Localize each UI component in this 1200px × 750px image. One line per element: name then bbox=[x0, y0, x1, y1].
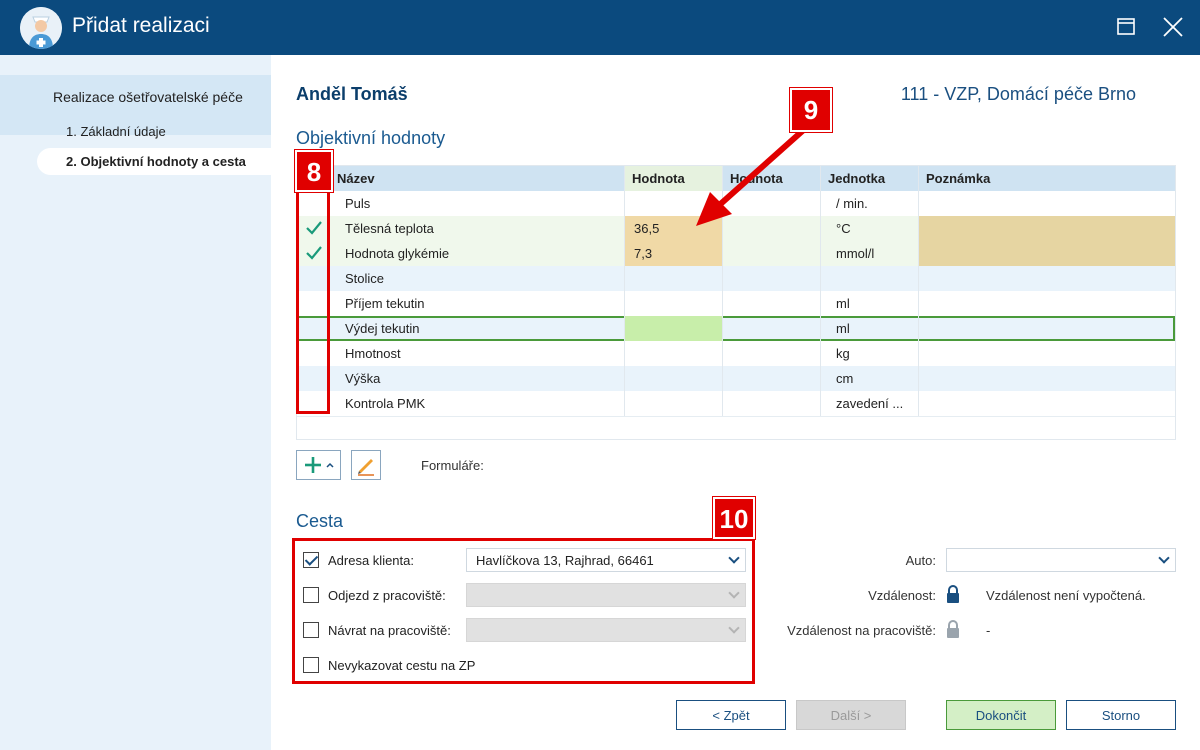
distance-workplace-value: - bbox=[986, 623, 991, 638]
wizard-step-objective[interactable]: 2. Objektivní hodnoty a cesta bbox=[37, 148, 271, 175]
callout-arrow bbox=[696, 123, 810, 226]
row-unit: ml bbox=[836, 321, 850, 336]
column-header-value[interactable]: Hodnota bbox=[632, 171, 685, 186]
title-bar: Přidat realizaci bbox=[0, 0, 1200, 55]
row-unit: mmol/l bbox=[836, 246, 875, 261]
window-title: Přidat realizaci bbox=[72, 14, 210, 37]
callout-rows-box bbox=[296, 190, 330, 414]
next-button[interactable]: Další > bbox=[796, 700, 906, 730]
table-row[interactable]: Hodnota glykémie 7,3 mmol/l bbox=[297, 241, 1175, 266]
row-value[interactable] bbox=[624, 341, 722, 366]
lock-icon bbox=[947, 620, 959, 638]
table-row[interactable]: Hmotnost kg bbox=[297, 341, 1175, 366]
table-row[interactable]: Stolice bbox=[297, 266, 1175, 291]
distance-value: Vzdálenost není vypočtená. bbox=[986, 588, 1146, 603]
table-row-current[interactable]: Výdej tekutin ml bbox=[297, 316, 1175, 341]
edit-row-button[interactable] bbox=[351, 450, 381, 480]
callout-route-box bbox=[292, 538, 755, 684]
callout-badge-9: 9 bbox=[790, 88, 832, 132]
section-title-route: Cesta bbox=[296, 511, 344, 531]
plus-icon bbox=[305, 457, 334, 473]
column-header-note[interactable]: Poznámka bbox=[926, 171, 990, 186]
add-row-button[interactable] bbox=[296, 450, 341, 480]
maximize-icon[interactable] bbox=[1113, 14, 1139, 40]
back-button[interactable]: < Zpět bbox=[676, 700, 786, 730]
distance-label: Vzdálenost: bbox=[868, 588, 936, 603]
column-divider bbox=[624, 166, 625, 416]
table-row[interactable]: Příjem tekutin ml bbox=[297, 291, 1175, 316]
chevron-down-icon bbox=[1158, 552, 1170, 564]
row-unit: zavedení ... bbox=[836, 396, 904, 411]
lock-icon bbox=[947, 585, 959, 603]
pencil-icon bbox=[358, 459, 374, 476]
row-divider bbox=[297, 416, 1175, 417]
table-row[interactable]: Výška cm bbox=[297, 366, 1175, 391]
row-name: Tělesná teplota bbox=[345, 221, 434, 236]
row-value-editor[interactable] bbox=[624, 316, 722, 341]
section-title-objective: Objektivní hodnoty bbox=[296, 128, 446, 148]
row-value[interactable] bbox=[624, 291, 722, 316]
row-unit: cm bbox=[836, 371, 854, 386]
wizard-step-objective-label: 2. Objektivní hodnoty a cesta bbox=[66, 154, 246, 169]
row-note[interactable] bbox=[918, 241, 1175, 266]
wizard-step-basic[interactable]: 1. Základní údaje bbox=[66, 124, 166, 139]
row-unit: °C bbox=[836, 221, 851, 236]
row-name: Hodnota glykémie bbox=[345, 246, 450, 261]
row-note[interactable] bbox=[918, 216, 1175, 241]
row-name: Výška bbox=[345, 371, 381, 386]
callout-badge-8: 8 bbox=[295, 150, 333, 192]
callout-badge-10: 10 bbox=[713, 497, 755, 539]
row-value[interactable]: 7,3 bbox=[624, 241, 722, 266]
row-name: Kontrola PMK bbox=[345, 396, 426, 411]
column-divider bbox=[820, 166, 821, 416]
forms-label: Formuláře: bbox=[421, 458, 484, 473]
row-name: Puls bbox=[345, 196, 371, 211]
row-name: Hmotnost bbox=[345, 346, 401, 361]
column-divider bbox=[918, 166, 919, 416]
patient-name: Anděl Tomáš bbox=[296, 84, 408, 104]
nurse-icon bbox=[20, 7, 62, 49]
car-select[interactable] bbox=[946, 548, 1176, 572]
close-icon[interactable] bbox=[1160, 14, 1186, 40]
row-name: Výdej tekutin bbox=[345, 321, 420, 336]
table-row[interactable]: Kontrola PMK zavedení ... bbox=[297, 391, 1175, 416]
row-value[interactable] bbox=[624, 366, 722, 391]
column-header-name[interactable]: Název bbox=[337, 171, 375, 186]
row-name: Stolice bbox=[345, 271, 385, 286]
row-unit: / min. bbox=[836, 196, 868, 211]
column-header-unit[interactable]: Jednotka bbox=[828, 171, 885, 186]
distance-workplace-label: Vzdálenost na pracoviště: bbox=[787, 623, 936, 638]
row-unit: ml bbox=[836, 296, 850, 311]
sidebar-title: Realizace ošetřovatelské péče bbox=[53, 89, 243, 105]
row-unit: kg bbox=[836, 346, 850, 361]
row-name: Příjem tekutin bbox=[345, 296, 425, 311]
wizard-sidebar: Realizace ošetřovatelské péče 1. Základn… bbox=[0, 55, 271, 750]
insurer-label: 111 - VZP, Domácí péče Brno bbox=[900, 84, 1136, 104]
row-value[interactable] bbox=[624, 391, 722, 416]
finish-button[interactable]: Dokončit bbox=[946, 700, 1056, 730]
cancel-button[interactable]: Storno bbox=[1066, 700, 1176, 730]
car-label: Auto: bbox=[905, 553, 936, 568]
row-value[interactable] bbox=[624, 266, 722, 291]
